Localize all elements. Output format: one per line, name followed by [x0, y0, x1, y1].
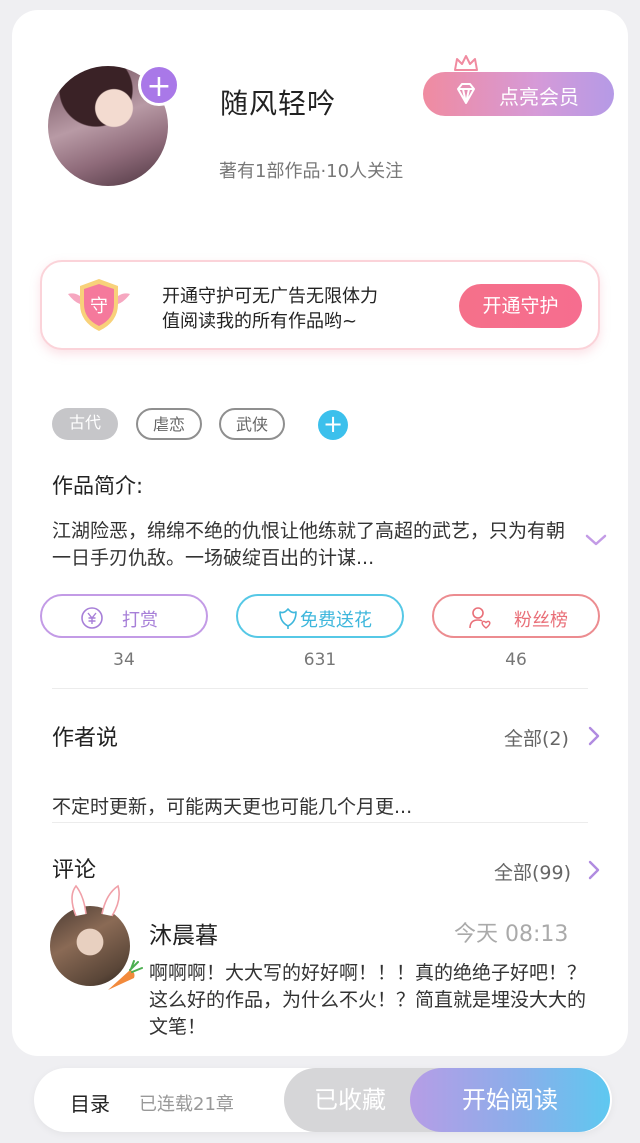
- book-detail-card: + 随风轻吟 著有1部作品·10人关注 点亮会员 守 开通守护可无广告无限体力 …: [12, 10, 628, 1056]
- carrot-icon: [108, 960, 143, 990]
- bottom-bar: 目录 已连载21章 已收藏 开始阅读: [34, 1068, 612, 1132]
- guard-text: 开通守护可无广告无限体力 值阅读我的所有作品哟~: [162, 284, 378, 334]
- chevron-right-icon[interactable]: [588, 860, 600, 880]
- tip-button[interactable]: 打赏: [40, 594, 208, 638]
- flower-icon: [279, 608, 297, 629]
- send-flower-label: 免费送花: [300, 610, 372, 631]
- author-says-title: 作者说: [52, 726, 119, 751]
- open-guard-button[interactable]: 开通守护: [459, 284, 582, 328]
- add-tag-icon[interactable]: +: [318, 410, 348, 440]
- chevron-right-icon[interactable]: [588, 726, 600, 746]
- divider: [52, 688, 588, 689]
- vip-label: 点亮会员: [499, 85, 579, 109]
- author-meta: 著有1部作品·10人关注: [219, 161, 404, 182]
- coin-icon: [81, 607, 103, 629]
- shield-icon: 守: [68, 279, 130, 331]
- guard-text-line1: 开通守护可无广告无限体力: [162, 286, 378, 307]
- toc-button[interactable]: 目录: [70, 1088, 110, 1117]
- author-avatar-wrap[interactable]: +: [48, 64, 180, 186]
- chevron-down-icon[interactable]: [584, 532, 608, 548]
- tag-item[interactable]: 武侠: [219, 408, 285, 440]
- fan-count: 46: [505, 650, 527, 670]
- comments-title: 评论: [52, 858, 97, 883]
- fan-rank-label: 粉丝榜: [514, 610, 568, 631]
- crown-icon: [454, 55, 478, 71]
- send-flower-button[interactable]: 免费送花: [236, 594, 404, 638]
- fan-rank-button[interactable]: 粉丝榜: [432, 594, 600, 638]
- intro-title: 作品简介:: [52, 474, 144, 498]
- guard-badge-char: 守: [90, 296, 108, 317]
- diamond-icon: [457, 83, 475, 104]
- tag-item[interactable]: 虐恋: [136, 408, 202, 440]
- serial-status: 已连载21章: [139, 1094, 234, 1115]
- flower-count: 631: [303, 650, 337, 670]
- fan-icon: [469, 607, 491, 629]
- tip-count: 34: [113, 650, 135, 670]
- guard-text-line2: 值阅读我的所有作品哟~: [162, 311, 358, 332]
- author-name: 随风轻吟: [220, 87, 337, 120]
- divider: [52, 822, 588, 823]
- comment-time: 今天 08:13: [454, 922, 569, 947]
- follow-plus-icon[interactable]: +: [138, 64, 180, 106]
- author-says-text: 不定时更新，可能两天更也可能几个月更...: [52, 796, 413, 818]
- tip-label: 打赏: [122, 610, 158, 631]
- commenter-name[interactable]: 沐晨暮: [149, 916, 218, 950]
- author-says-all-link[interactable]: 全部(2): [504, 724, 569, 751]
- intro-text: 江湖险恶，绵绵不绝的仇恨让他练就了高超的武艺，只为有朝一日手刃仇敌。一场破绽百出…: [52, 520, 566, 569]
- vip-button[interactable]: 点亮会员: [423, 72, 614, 116]
- start-reading-button[interactable]: 开始阅读: [410, 1068, 610, 1132]
- comments-all-link[interactable]: 全部(99): [494, 858, 571, 885]
- bunny-ears-icon: [71, 884, 120, 917]
- comment-text: 啊啊啊！大大写的好好啊！！！真的绝绝子好吧！？这么好的作品，为什么不火！？简直就…: [149, 962, 587, 1038]
- tag-item[interactable]: 古代: [52, 408, 118, 440]
- guard-banner[interactable]: 守 开通守护可无广告无限体力 值阅读我的所有作品哟~ 开通守护: [40, 260, 600, 350]
